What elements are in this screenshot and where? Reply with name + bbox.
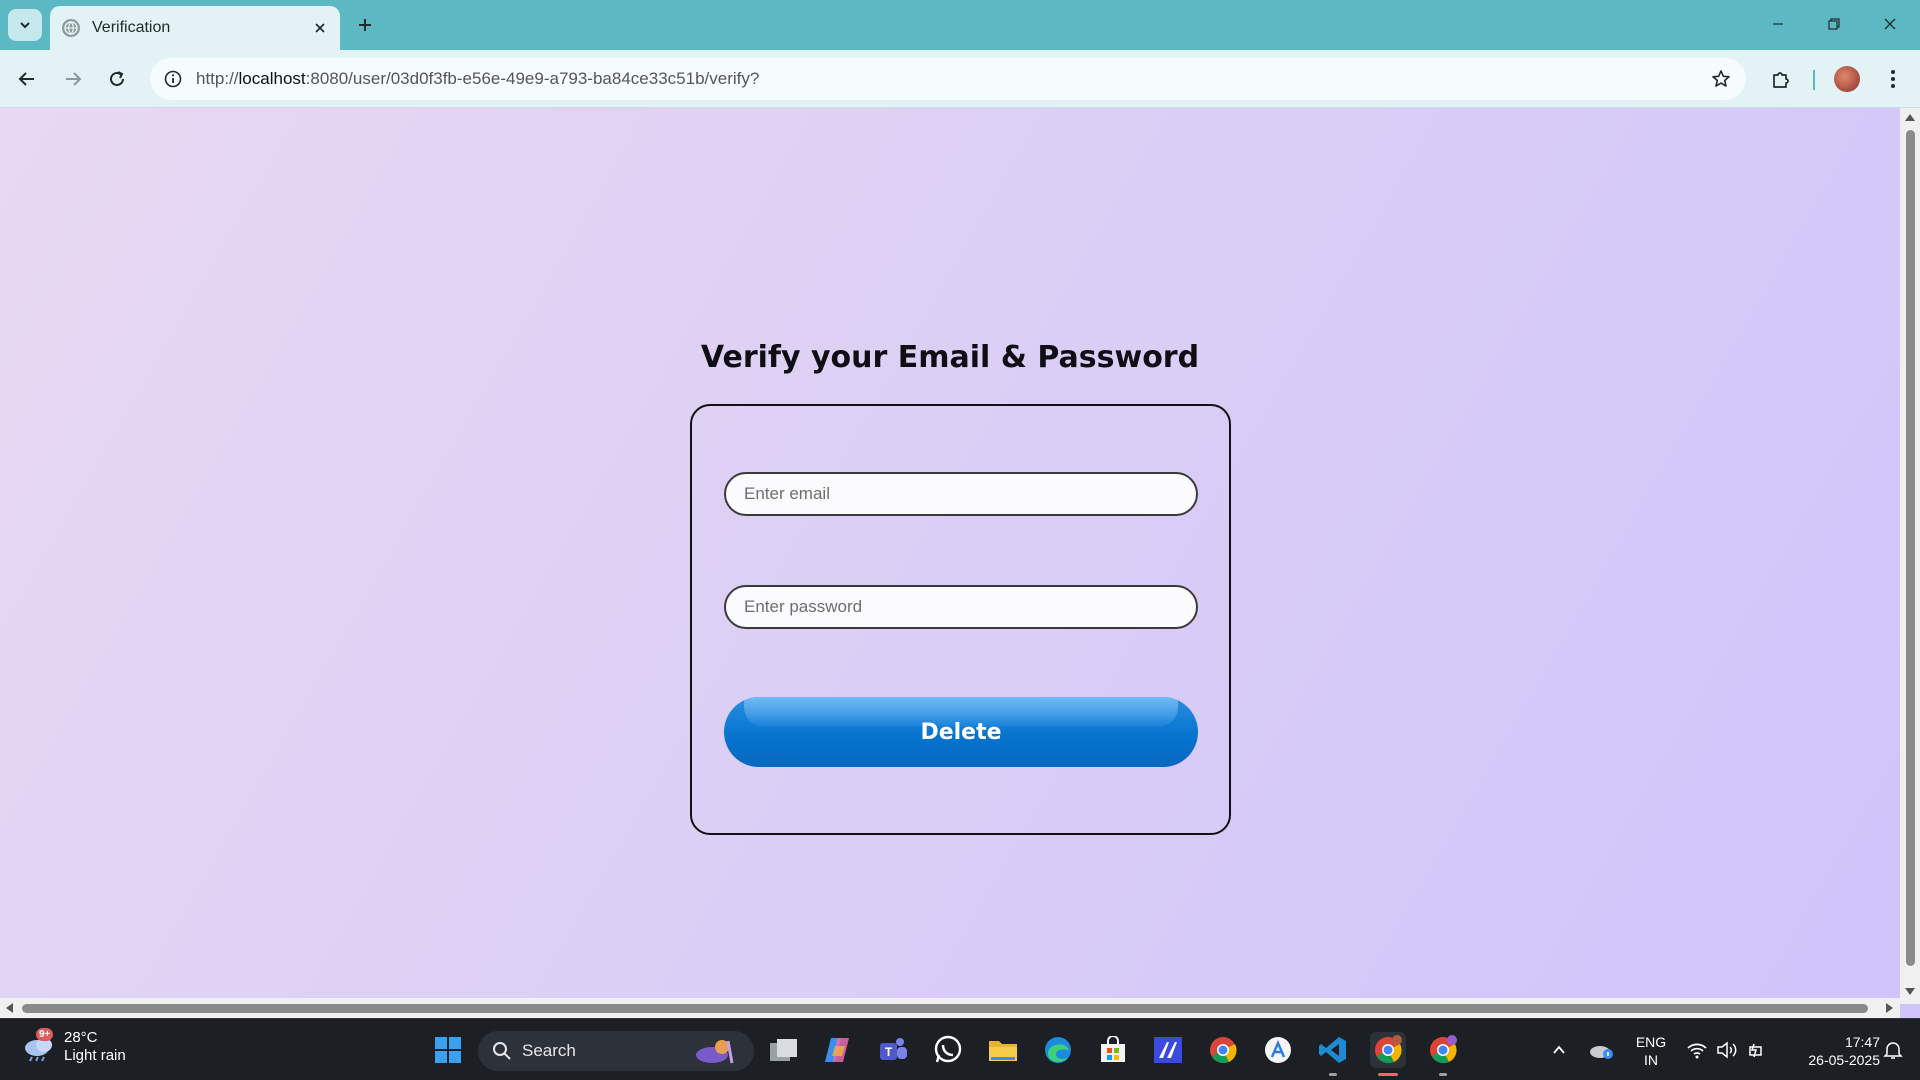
plus-icon <box>359 19 371 31</box>
restore-icon <box>1828 18 1840 30</box>
url-path: :8080/user/03d0f3fb-e56e-49e9-a793-ba84c… <box>305 69 760 88</box>
scroll-down-icon[interactable] <box>1905 988 1915 995</box>
chevron-down-icon <box>20 22 30 29</box>
delete-button-label: Delete <box>920 719 1002 745</box>
clock-date: 26-05-2025 <box>1808 1052 1880 1068</box>
battery-icon[interactable] <box>1742 1032 1772 1068</box>
clock-time: 17:47 <box>1844 1034 1880 1050</box>
chrome-profile-icon[interactable] <box>1370 1032 1406 1068</box>
chrome-icon[interactable] <box>1205 1032 1241 1068</box>
avatar <box>1834 66 1860 92</box>
show-hidden-icons-chevron-icon[interactable] <box>1544 1032 1574 1068</box>
scroll-left-icon[interactable] <box>6 1003 13 1013</box>
toolbar-separator <box>1813 70 1815 90</box>
tab-strip: Verification <box>0 0 1920 50</box>
url-text[interactable]: http://localhost:8080/user/03d0f3fb-e56e… <box>196 69 1704 89</box>
browser-menu-button[interactable] <box>1876 62 1910 96</box>
weather-widget[interactable]: 9+ 28°C Light rain <box>22 1028 126 1065</box>
globe-icon <box>62 19 80 37</box>
volume-icon[interactable] <box>1712 1032 1742 1068</box>
microsoft-store-icon[interactable] <box>1095 1032 1131 1068</box>
restore-button[interactable] <box>1814 6 1854 42</box>
close-icon <box>1884 18 1896 30</box>
windows-start-icon[interactable] <box>430 1032 466 1068</box>
language-indicator[interactable]: ENG IN <box>1626 1033 1676 1069</box>
active-tab[interactable]: Verification <box>50 6 340 50</box>
extensions-button[interactable] <box>1764 62 1798 96</box>
close-window-button[interactable] <box>1870 6 1910 42</box>
language-code: ENG <box>1635 1034 1667 1050</box>
back-arrow-icon <box>18 72 34 86</box>
file-explorer-icon[interactable] <box>985 1032 1021 1068</box>
search-icon <box>493 1042 511 1060</box>
page-title: Verify your Email & Password <box>700 340 1200 375</box>
vscode-running-indicator <box>1329 1073 1337 1076</box>
email-field[interactable] <box>724 472 1198 516</box>
search-highlight-icon <box>696 1040 734 1064</box>
onedrive-icon[interactable] <box>1586 1032 1616 1068</box>
vertical-scrollbar[interactable] <box>1900 108 1920 1004</box>
forward-button[interactable] <box>56 62 90 96</box>
back-button[interactable] <box>10 62 44 96</box>
vscode-icon[interactable] <box>1315 1032 1351 1068</box>
copilot-icon[interactable] <box>820 1032 856 1068</box>
chrome-2-running-indicator <box>1439 1073 1447 1076</box>
scroll-right-icon[interactable] <box>1886 1003 1893 1013</box>
rain-cloud-icon: 9+ <box>22 1028 56 1062</box>
app-icon[interactable] <box>1150 1032 1186 1068</box>
url-prefix: http:// <box>196 69 239 88</box>
more-vertical-icon <box>1891 70 1895 88</box>
weather-badge: 9+ <box>36 1028 54 1041</box>
wifi-icon[interactable] <box>1682 1032 1712 1068</box>
page-viewport: Verify your Email & Password Delete <box>0 108 1920 1018</box>
url-host: localhost <box>238 69 306 88</box>
reload-icon <box>110 71 124 86</box>
taskbar: 9+ 28°C Light rain Search T ENG IN 17:47… <box>0 1018 1920 1080</box>
puzzle-icon <box>1773 72 1789 88</box>
chrome-profile-2-icon[interactable] <box>1425 1032 1461 1068</box>
browser-toolbar: http://localhost:8080/user/03d0f3fb-e56e… <box>0 50 1920 108</box>
search-label: Search <box>522 1041 576 1060</box>
close-tab-icon[interactable] <box>306 14 334 42</box>
horizontal-scrollbar[interactable] <box>0 998 1900 1018</box>
minimize-icon <box>1773 23 1783 25</box>
temperature: 28°C <box>64 1029 98 1046</box>
task-view-icon[interactable] <box>766 1032 802 1068</box>
horizontal-scroll-thumb[interactable] <box>22 1004 1868 1013</box>
whatsapp-icon[interactable] <box>930 1032 966 1068</box>
address-bar[interactable]: http://localhost:8080/user/03d0f3fb-e56e… <box>150 58 1746 100</box>
teams-icon[interactable]: T <box>875 1032 911 1068</box>
reload-button[interactable] <box>100 62 134 96</box>
taskbar-search[interactable]: Search <box>478 1031 754 1071</box>
minimize-button[interactable] <box>1758 6 1798 42</box>
edge-icon[interactable] <box>1040 1032 1076 1068</box>
region-code: IN <box>1644 1052 1658 1068</box>
svg-text:T: T <box>885 1045 893 1059</box>
chrome-active-indicator <box>1378 1073 1398 1076</box>
scroll-up-icon[interactable] <box>1905 114 1915 121</box>
profile-button[interactable] <box>1830 62 1864 96</box>
password-field[interactable] <box>724 585 1198 629</box>
clock[interactable]: 17:47 26-05-2025 <box>1780 1033 1880 1069</box>
weather-condition: Light rain <box>64 1047 126 1064</box>
forward-arrow-icon <box>66 72 82 86</box>
notification-bell-icon[interactable] <box>1878 1032 1908 1068</box>
vertical-scroll-thumb[interactable] <box>1906 130 1915 966</box>
bookmark-star-icon[interactable] <box>1704 62 1738 96</box>
tab-search-button[interactable] <box>8 9 42 41</box>
new-tab-button[interactable] <box>350 10 380 40</box>
delete-button[interactable]: Delete <box>724 697 1198 767</box>
verify-form: Delete <box>690 404 1231 835</box>
tab-title: Verification <box>92 19 171 36</box>
app-store-icon[interactable] <box>1260 1032 1296 1068</box>
site-info-icon[interactable] <box>160 66 186 92</box>
